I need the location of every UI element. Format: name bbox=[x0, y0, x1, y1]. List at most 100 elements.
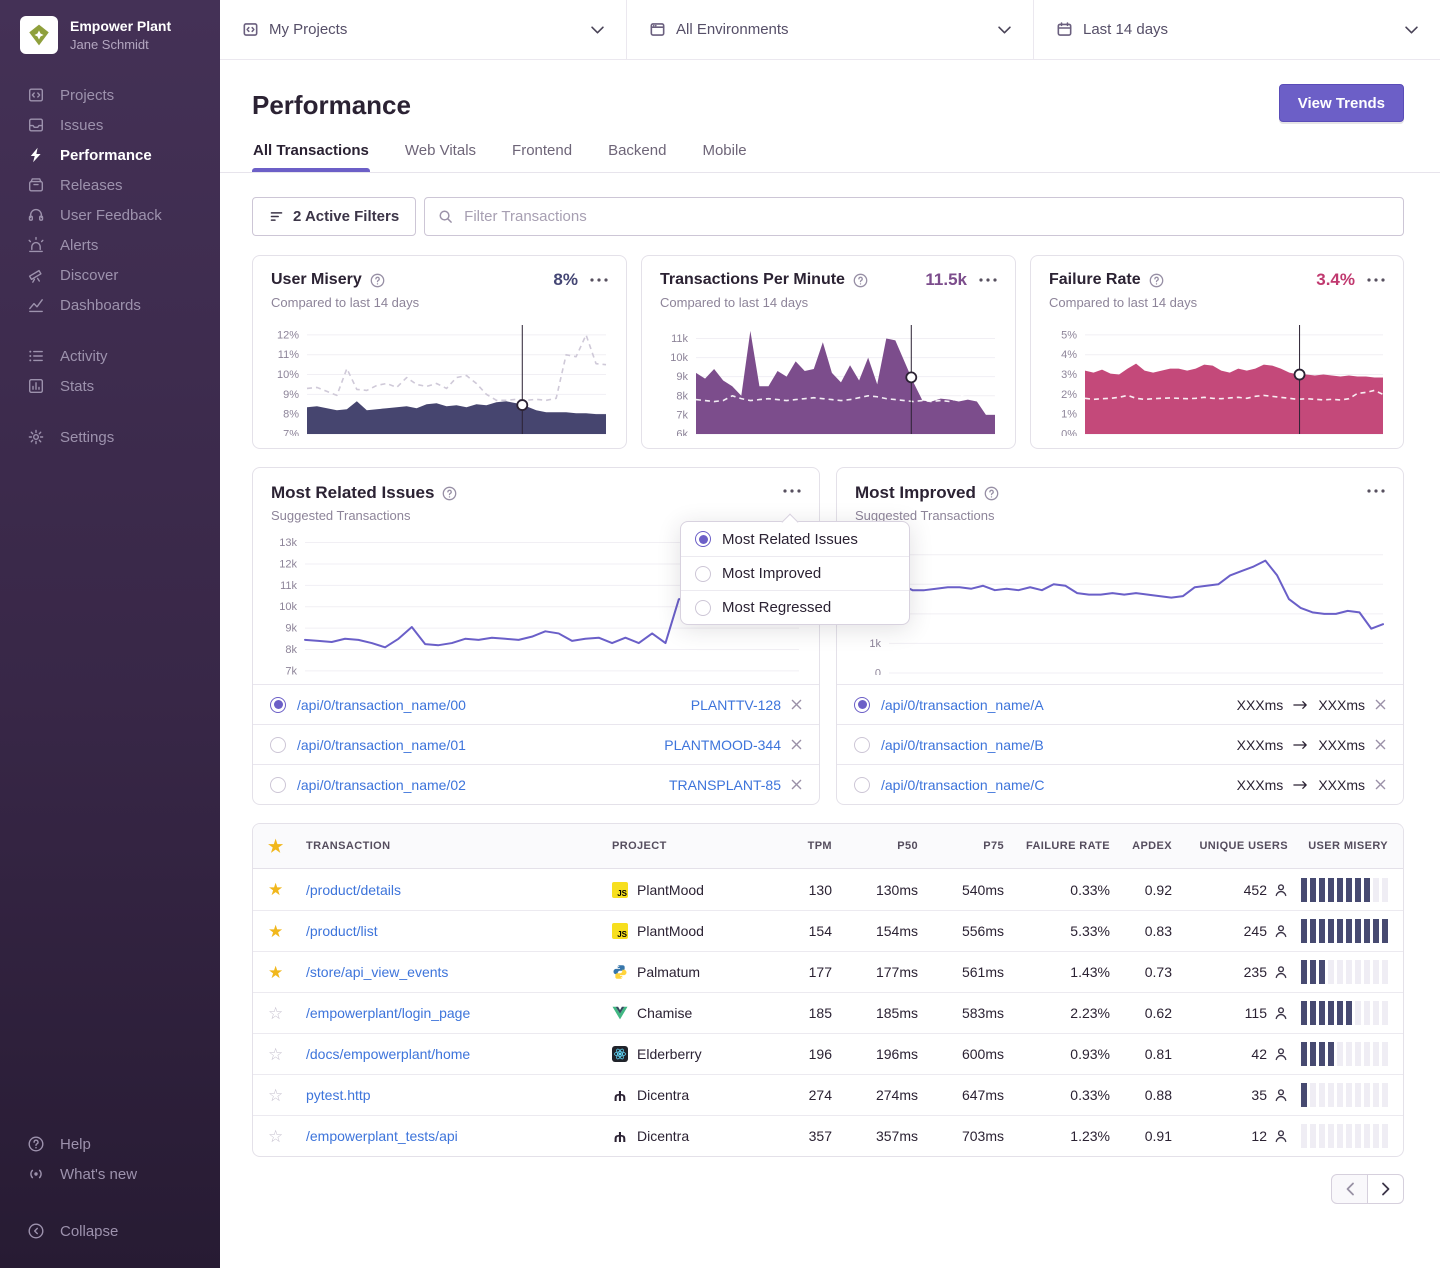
help-icon[interactable] bbox=[853, 273, 868, 288]
star-filled-icon[interactable]: ★ bbox=[268, 923, 306, 940]
sidebar-item-releases[interactable]: Releases bbox=[0, 170, 220, 200]
transaction-link[interactable]: /api/0/transaction_name/00 bbox=[297, 697, 466, 713]
more-options-icon[interactable] bbox=[979, 278, 997, 282]
issue-link[interactable]: TRANSPLANT-85 bbox=[669, 777, 781, 793]
dismiss-icon[interactable] bbox=[1375, 739, 1386, 750]
chevron-down-icon bbox=[1405, 26, 1418, 34]
org-switcher[interactable]: Empower Plant Jane Schmidt bbox=[0, 0, 220, 80]
radio-button[interactable] bbox=[270, 697, 286, 713]
view-trends-button[interactable]: View Trends bbox=[1279, 84, 1404, 122]
radio-button[interactable] bbox=[270, 777, 286, 793]
help-icon[interactable] bbox=[984, 486, 999, 501]
unique-users-value: 235 bbox=[1244, 964, 1267, 980]
star-filled-icon[interactable]: ★ bbox=[268, 881, 306, 898]
card-subtitle: Compared to last 14 days bbox=[1049, 295, 1385, 310]
transaction-link[interactable]: /empowerplant_tests/api bbox=[306, 1128, 612, 1144]
transaction-link[interactable]: /store/api_view_events bbox=[306, 964, 612, 980]
transaction-link[interactable]: /docs/empowerplant/home bbox=[306, 1046, 612, 1062]
misery-bar bbox=[1373, 1083, 1379, 1107]
issue-link[interactable]: PLANTMOOD-344 bbox=[664, 737, 781, 753]
date-range-dropdown[interactable]: Last 14 days bbox=[1033, 0, 1440, 59]
sidebar-item-stats[interactable]: Stats bbox=[0, 371, 220, 401]
misery-bar bbox=[1301, 1083, 1307, 1107]
more-options-icon[interactable] bbox=[783, 489, 801, 493]
more-options-icon[interactable] bbox=[1367, 489, 1385, 493]
transaction-link[interactable]: /api/0/transaction_name/A bbox=[881, 697, 1044, 713]
sidebar-item-issues[interactable]: Issues bbox=[0, 110, 220, 140]
project-filter-dropdown[interactable]: My Projects bbox=[220, 0, 626, 59]
misery-bar bbox=[1382, 960, 1388, 984]
misery-bar bbox=[1310, 1042, 1316, 1066]
sidebar-item-help[interactable]: Help bbox=[0, 1129, 220, 1159]
transaction-list-item: /api/0/transaction_name/CXXXmsXXXms bbox=[837, 764, 1403, 804]
help-icon[interactable] bbox=[370, 273, 385, 288]
unique-users-cell: 42 bbox=[1172, 1046, 1288, 1062]
radio-button[interactable] bbox=[854, 697, 870, 713]
sidebar-item-label: Collapse bbox=[60, 1223, 118, 1240]
menu-option-most-related-issues[interactable]: Most Related Issues bbox=[681, 522, 909, 556]
more-options-icon[interactable] bbox=[1367, 278, 1385, 282]
next-page-button[interactable] bbox=[1367, 1174, 1404, 1204]
radio-button[interactable] bbox=[854, 777, 870, 793]
sidebar-item-what-s-new[interactable]: What's new bbox=[0, 1159, 220, 1189]
sidebar-item-activity[interactable]: Activity bbox=[0, 341, 220, 371]
dismiss-icon[interactable] bbox=[1375, 779, 1386, 790]
sidebar-item-alerts[interactable]: Alerts bbox=[0, 230, 220, 260]
sidebar-item-discover[interactable]: Discover bbox=[0, 260, 220, 290]
transaction-link[interactable]: /api/0/transaction_name/C bbox=[881, 777, 1044, 793]
radio-button[interactable] bbox=[270, 737, 286, 753]
activity-icon bbox=[27, 347, 45, 365]
tab-backend[interactable]: Backend bbox=[607, 142, 667, 172]
menu-option-most-regressed[interactable]: Most Regressed bbox=[681, 590, 909, 624]
column-header-unique-users: UNIQUE USERS bbox=[1172, 840, 1288, 852]
user-misery-bars bbox=[1288, 1083, 1388, 1107]
star-outline-icon[interactable]: ☆ bbox=[268, 1046, 306, 1063]
star-filled-icon[interactable]: ★ bbox=[268, 964, 306, 981]
p50-value: 185ms bbox=[832, 1005, 918, 1021]
active-filters-button[interactable]: 2 Active Filters bbox=[252, 197, 416, 236]
duration-after: XXXms bbox=[1318, 697, 1365, 713]
sidebar-item-label: Discover bbox=[60, 267, 118, 284]
help-icon[interactable] bbox=[442, 486, 457, 501]
transaction-link[interactable]: /product/details bbox=[306, 882, 612, 898]
sidebar-item-collapse[interactable]: Collapse bbox=[0, 1216, 220, 1246]
sidebar-item-dashboards[interactable]: Dashboards bbox=[0, 290, 220, 320]
tab-web-vitals[interactable]: Web Vitals bbox=[404, 142, 477, 172]
menu-option-most-improved[interactable]: Most Improved bbox=[681, 556, 909, 590]
misery-bar bbox=[1328, 1042, 1334, 1066]
dismiss-icon[interactable] bbox=[791, 739, 802, 750]
search-input[interactable] bbox=[462, 207, 1390, 226]
transaction-link[interactable]: /empowerplant/login_page bbox=[306, 1005, 612, 1021]
tab-frontend[interactable]: Frontend bbox=[511, 142, 573, 172]
tab-all-transactions[interactable]: All Transactions bbox=[252, 142, 370, 172]
apdex-value: 0.92 bbox=[1110, 882, 1172, 898]
transaction-link[interactable]: pytest.http bbox=[306, 1087, 612, 1103]
sidebar-item-user-feedback[interactable]: User Feedback bbox=[0, 200, 220, 230]
transaction-link[interactable]: /api/0/transaction_name/02 bbox=[297, 777, 466, 793]
sidebar-item-label: Dashboards bbox=[60, 297, 141, 314]
misery-bar bbox=[1310, 919, 1316, 943]
previous-page-button[interactable] bbox=[1331, 1174, 1368, 1204]
star-outline-icon[interactable]: ☆ bbox=[268, 1005, 306, 1022]
environment-filter-dropdown[interactable]: All Environments bbox=[626, 0, 1033, 59]
misery-bar bbox=[1364, 919, 1370, 943]
transaction-link[interactable]: /product/list bbox=[306, 923, 612, 939]
sidebar-item-settings[interactable]: Settings bbox=[0, 422, 220, 452]
broadcast-icon bbox=[27, 1165, 45, 1183]
star-outline-icon[interactable]: ☆ bbox=[268, 1128, 306, 1145]
dismiss-icon[interactable] bbox=[791, 699, 802, 710]
issue-link[interactable]: PLANTTV-128 bbox=[691, 697, 781, 713]
star-outline-icon[interactable]: ☆ bbox=[268, 1087, 306, 1104]
transaction-link[interactable]: /api/0/transaction_name/B bbox=[881, 737, 1044, 753]
tab-mobile[interactable]: Mobile bbox=[701, 142, 747, 172]
help-icon[interactable] bbox=[1149, 273, 1164, 288]
sidebar-item-projects[interactable]: Projects bbox=[0, 80, 220, 110]
more-options-icon[interactable] bbox=[590, 278, 608, 282]
dismiss-icon[interactable] bbox=[791, 779, 802, 790]
transaction-link[interactable]: /api/0/transaction_name/01 bbox=[297, 737, 466, 753]
svg-text:9k: 9k bbox=[285, 623, 297, 635]
radio-button[interactable] bbox=[854, 737, 870, 753]
sidebar-item-performance[interactable]: Performance bbox=[0, 140, 220, 170]
dismiss-icon[interactable] bbox=[1375, 699, 1386, 710]
svg-text:8k: 8k bbox=[285, 644, 297, 656]
